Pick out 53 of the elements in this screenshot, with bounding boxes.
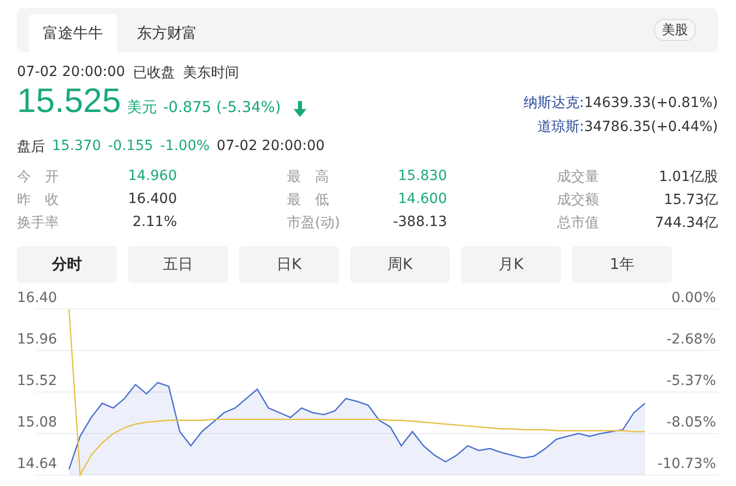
stat-value: 15.830 (398, 168, 447, 186)
percent-axis-label: -8.05% (666, 414, 716, 430)
index-name[interactable]: 道琼斯: (537, 119, 584, 135)
price-axis-label: 14.64 (17, 456, 58, 472)
stat-label: 总市值 (557, 214, 599, 232)
stat-value: 16.400 (128, 191, 177, 209)
after-hours-change: -0.155 (108, 138, 154, 156)
quote-time: 07-02 20:00:00 (17, 64, 126, 82)
index-name[interactable]: 纳斯达克: (523, 95, 584, 111)
stat-value: 2.11% (132, 214, 177, 232)
period-tab[interactable]: 周K (350, 246, 450, 283)
last-price: 15.525 (17, 82, 121, 121)
stat-label: 市盈(动) (287, 214, 340, 232)
stat-value: 1.01亿股 (658, 168, 718, 186)
period-tab[interactable]: 1年 (572, 246, 672, 283)
stat-label: 今 开 (17, 168, 59, 186)
after-hours-label: 盘后 (17, 138, 45, 156)
percent-axis-label: -10.73% (658, 456, 716, 472)
period-tab[interactable]: 分时 (17, 246, 117, 283)
after-hours-percent: -1.00% (160, 138, 210, 156)
stat-value: -388.13 (392, 214, 447, 232)
currency-label: 美元 (127, 98, 157, 117)
source-tab[interactable]: 东方财富 (123, 14, 211, 52)
stat-value: 744.34亿 (655, 214, 718, 232)
price-change: -0.875 (-5.34%) (163, 98, 281, 116)
after-hours-price: 15.370 (52, 138, 101, 156)
price-axis-label: 15.52 (17, 372, 58, 389)
period-tab[interactable]: 月K (461, 246, 561, 283)
period-tab[interactable]: 五日 (128, 246, 228, 283)
price-axis-label: 15.08 (17, 414, 58, 430)
price-axis-label: 16.40 (17, 290, 58, 306)
period-tab[interactable]: 日K (239, 246, 339, 283)
index-value: 14639.33(+0.81%) (584, 95, 718, 111)
stat-value: 14.960 (128, 168, 177, 186)
market-status: 已收盘 (133, 64, 176, 82)
price-axis-label: 15.96 (17, 331, 58, 348)
after-hours-time: 07-02 20:00:00 (216, 138, 325, 156)
stat-label: 成交额 (557, 191, 599, 209)
stat-label: 昨 收 (17, 191, 59, 209)
index-value: 34786.35(+0.44%) (584, 119, 718, 135)
stat-label: 最 低 (287, 191, 329, 209)
percent-axis-label: -2.68% (666, 331, 716, 348)
down-arrow-icon (292, 101, 307, 117)
stat-label: 最 高 (287, 168, 329, 186)
percent-axis-label: -5.37% (666, 372, 716, 389)
stat-value: 15.73亿 (664, 191, 718, 209)
market-badge[interactable]: 美股 (654, 19, 696, 41)
source-tab[interactable]: 富途牛牛 (29, 14, 117, 52)
stat-label: 换手率 (17, 214, 59, 232)
percent-axis-label: 0.00% (672, 290, 716, 306)
timezone-label: 美东时间 (183, 64, 240, 82)
stat-label: 成交量 (557, 168, 599, 186)
stat-value: 14.600 (398, 191, 447, 209)
